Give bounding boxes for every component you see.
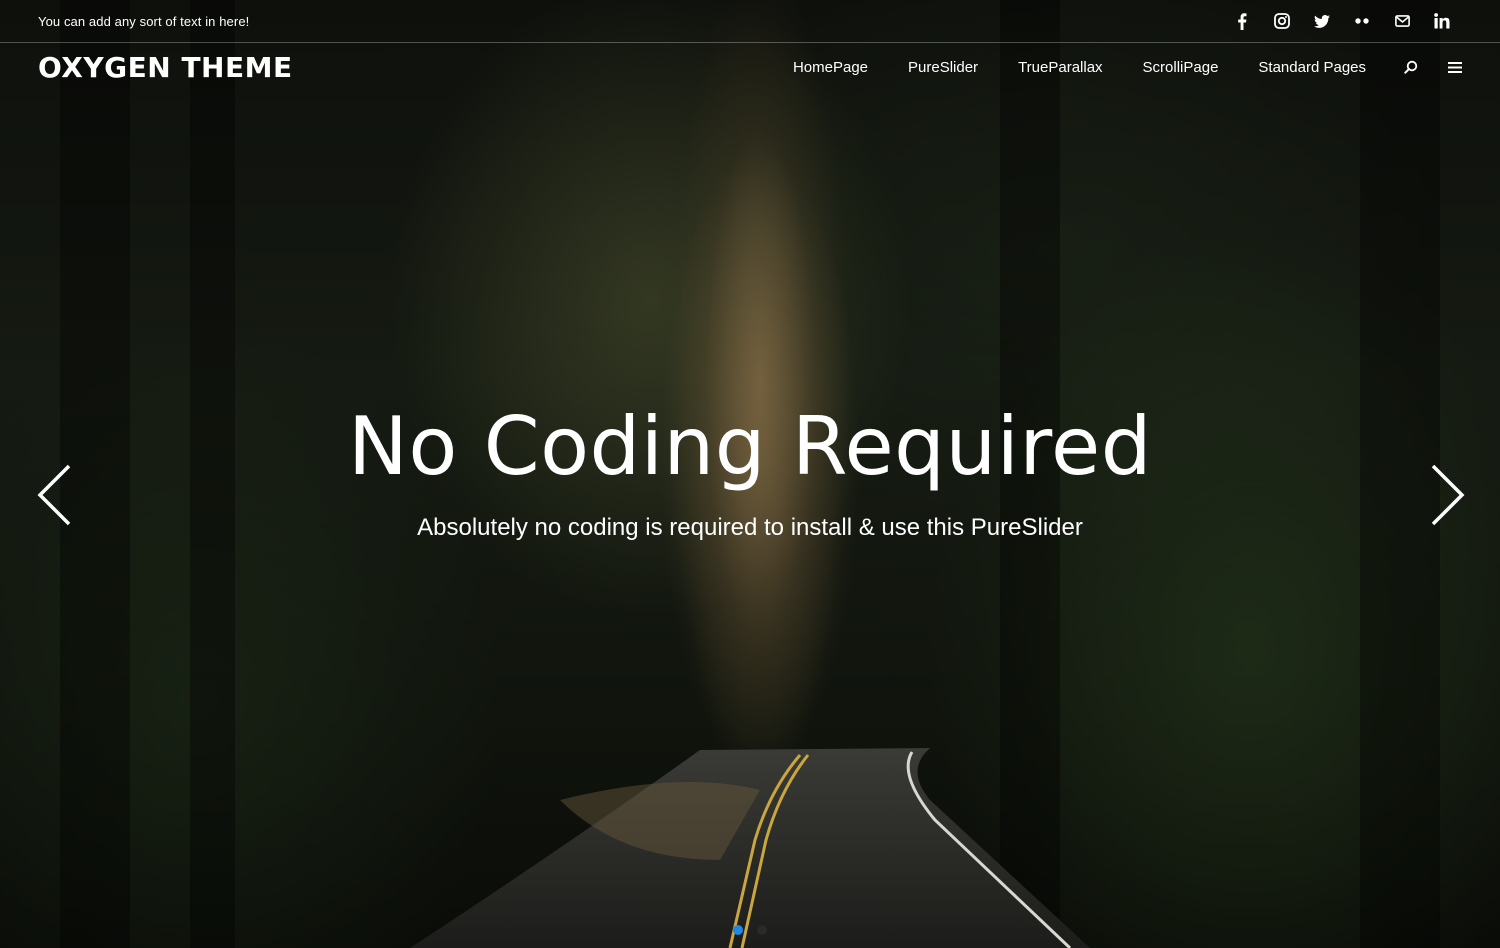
slide-subtitle: Absolutely no coding is required to inst…: [417, 514, 1083, 541]
slider-dot[interactable]: [733, 925, 743, 935]
linkedin-icon[interactable]: [1422, 9, 1462, 33]
site-header: OXYGEN THEME HomePage PureSlider TruePar…: [0, 44, 1500, 90]
chevron-right-icon[interactable]: [1428, 462, 1468, 528]
nav-item-standard-pages[interactable]: Standard Pages: [1258, 59, 1366, 76]
mail-icon[interactable]: [1382, 9, 1422, 33]
facebook-icon[interactable]: [1222, 9, 1262, 33]
topbar-text: You can add any sort of text in here!: [38, 13, 250, 29]
chevron-left-icon[interactable]: [34, 462, 74, 528]
twitter-icon[interactable]: [1302, 9, 1342, 33]
social-links: [1222, 9, 1462, 33]
flickr-icon[interactable]: [1342, 9, 1382, 33]
slider-pagination: [0, 925, 1500, 935]
slider-dot[interactable]: [757, 925, 767, 935]
main-nav: HomePage PureSlider TrueParallax Scrolli…: [753, 59, 1462, 76]
search-icon[interactable]: [1404, 60, 1418, 74]
nav-item-trueparallax[interactable]: TrueParallax: [1018, 59, 1102, 76]
instagram-icon[interactable]: [1262, 9, 1302, 33]
nav-item-homepage[interactable]: HomePage: [793, 59, 868, 76]
top-bar: You can add any sort of text in here!: [0, 0, 1500, 43]
slide-title: No Coding Required: [348, 400, 1152, 493]
nav-item-pureslider[interactable]: PureSlider: [908, 59, 978, 76]
site-logo[interactable]: OXYGEN THEME: [38, 51, 293, 84]
nav-item-scrollipage[interactable]: ScrolliPage: [1143, 59, 1219, 76]
hamburger-menu-icon[interactable]: [1448, 61, 1462, 73]
